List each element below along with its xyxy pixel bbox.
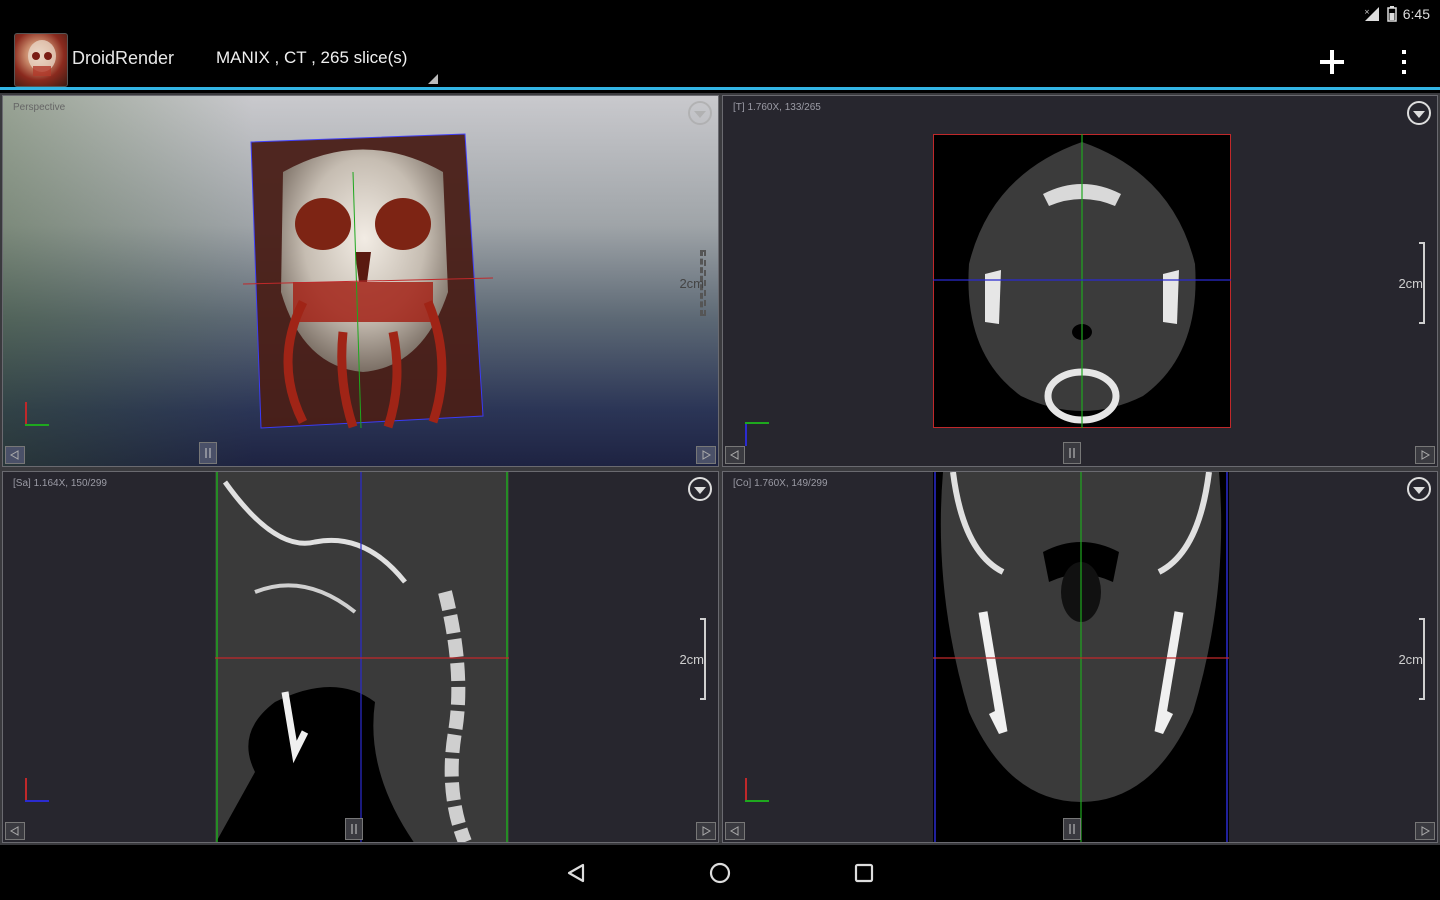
- overflow-menu-button[interactable]: [1384, 40, 1424, 84]
- right-triangle-icon: [702, 826, 711, 836]
- viewport-info: Perspective: [13, 102, 66, 113]
- left-triangle-icon: [10, 826, 19, 836]
- orientation-axes: [25, 778, 49, 802]
- dropdown-circle-icon: [1413, 111, 1425, 118]
- status-time: 6:45: [1402, 6, 1430, 22]
- slice-handle-button[interactable]: [345, 818, 363, 840]
- next-viewport-button[interactable]: [696, 446, 716, 464]
- handle-icon: [1069, 824, 1075, 834]
- scale-label: 2cm: [1398, 652, 1423, 667]
- home-circle-icon: [709, 862, 731, 884]
- coronal-viewport[interactable]: [Co] 1.760X, 149/299 2cm: [722, 471, 1438, 843]
- spinner-corner-icon: [428, 74, 438, 84]
- nav-back-button[interactable]: [556, 855, 596, 891]
- viewport-grid: Perspective 2cm [T] 1.760X, 133/265 2cm …: [0, 93, 1440, 845]
- svg-text:×: ×: [1364, 8, 1370, 16]
- scale-label: 2cm: [1398, 276, 1423, 291]
- prev-viewport-button[interactable]: [5, 822, 25, 840]
- slice-handle-button[interactable]: [199, 442, 217, 464]
- recents-square-icon: [854, 863, 874, 883]
- nav-recents-button[interactable]: [844, 855, 884, 891]
- handle-icon: [1069, 448, 1075, 458]
- left-triangle-icon: [730, 450, 739, 460]
- viewport-info: [Co] 1.760X, 149/299: [733, 478, 828, 489]
- left-triangle-icon: [730, 826, 739, 836]
- prev-viewport-button[interactable]: [725, 822, 745, 840]
- volume-render-viewport[interactable]: Perspective 2cm: [2, 95, 719, 467]
- signal-icon: ×: [1364, 7, 1379, 21]
- sagittal-slice-image: [215, 472, 509, 842]
- prev-viewport-button[interactable]: [725, 446, 745, 464]
- viewport-info: [Sa] 1.164X, 150/299: [13, 478, 107, 489]
- dropdown-circle-icon: [694, 487, 706, 494]
- handle-icon: [205, 448, 211, 458]
- orientation-axes: [745, 422, 769, 446]
- prev-viewport-button[interactable]: [5, 446, 25, 464]
- next-viewport-button[interactable]: [1415, 822, 1435, 840]
- viewport-menu-button[interactable]: [1407, 477, 1431, 501]
- skull-render: [243, 133, 493, 429]
- app-logo[interactable]: [14, 33, 68, 87]
- dropdown-circle-icon: [1413, 487, 1425, 494]
- viewport-menu-button[interactable]: [1407, 101, 1431, 125]
- app-title: DroidRender: [72, 48, 175, 68]
- skull-logo-icon: [28, 40, 56, 76]
- axial-viewport[interactable]: [T] 1.760X, 133/265 2cm: [722, 95, 1438, 467]
- next-viewport-button[interactable]: [1415, 446, 1435, 464]
- dataset-spinner[interactable]: MANIX , CT , 265 slice(s): [210, 40, 440, 84]
- right-triangle-icon: [702, 450, 711, 460]
- sagittal-viewport[interactable]: [Sa] 1.164X, 150/299 2cm: [2, 471, 719, 843]
- slice-handle-button[interactable]: [1063, 442, 1081, 464]
- handle-icon: [351, 824, 357, 834]
- dataset-label: MANIX , CT , 265 slice(s): [216, 48, 408, 67]
- slice-handle-button[interactable]: [1063, 818, 1081, 840]
- status-bar: × 6:45: [0, 0, 1440, 30]
- action-bar: DroidRender MANIX , CT , 265 slice(s): [0, 30, 1440, 90]
- axial-slice-image: [933, 134, 1231, 428]
- left-triangle-icon: [10, 450, 19, 460]
- coronal-slice-image: [933, 472, 1229, 842]
- nav-home-button[interactable]: [700, 855, 740, 891]
- back-triangle-icon: [567, 863, 585, 883]
- more-vert-icon: [1402, 50, 1406, 74]
- plus-icon: [1320, 50, 1344, 74]
- scale-label: 2cm: [679, 276, 704, 291]
- orientation-axes: [25, 402, 49, 426]
- add-button[interactable]: [1310, 40, 1354, 84]
- navigation-bar: [0, 845, 1440, 900]
- right-triangle-icon: [1421, 826, 1430, 836]
- viewport-menu-button[interactable]: [688, 477, 712, 501]
- next-viewport-button[interactable]: [696, 822, 716, 840]
- viewport-info: [T] 1.760X, 133/265: [733, 102, 821, 113]
- status-icons: × 6:45: [1363, 6, 1430, 22]
- dropdown-circle-icon: [694, 111, 706, 118]
- scale-label: 2cm: [679, 652, 704, 667]
- orientation-axes: [745, 778, 769, 802]
- battery-icon: [1387, 6, 1397, 22]
- viewport-menu-button[interactable]: [688, 101, 712, 125]
- right-triangle-icon: [1421, 450, 1430, 460]
